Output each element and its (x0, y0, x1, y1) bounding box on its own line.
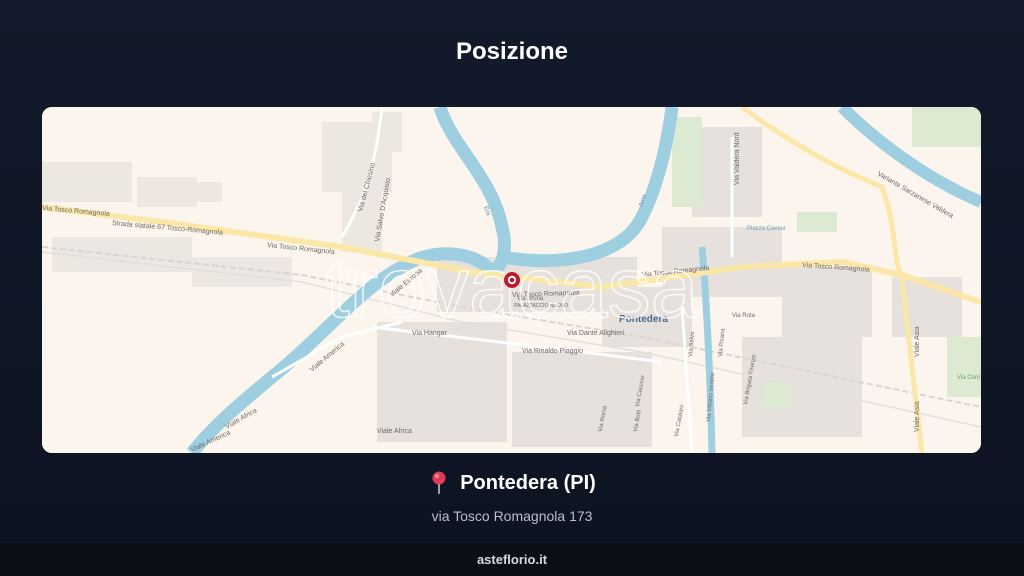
location-city: Pontedera (PI) (460, 471, 596, 494)
watermark-logo: trovacasa (326, 240, 699, 336)
label-road-cerri: Via Cerri (957, 375, 980, 381)
footer: asteflorio.it (0, 543, 1024, 576)
label-road-piaggio: Via Rinaldo Piaggio (522, 348, 583, 355)
location-address: via Tosco Romagnola 173 (431, 508, 593, 524)
label-road-africa2: Viale Africa (377, 428, 412, 435)
page-title: Posizione (455, 38, 569, 65)
footer-site-link[interactable]: asteflorio.it (477, 552, 547, 567)
label-piazza: Piazza Cavour (747, 226, 786, 232)
label-road-asia: Viale Asia (914, 326, 921, 357)
location-info: Pontedera (PI) via Tosco Romagnola 173 (0, 471, 1024, 524)
label-road-asia2: Viale Asia (914, 401, 921, 432)
label-road-rota: Via Rota (732, 313, 756, 319)
map-canvas[interactable]: Via Tosco Romagnola Strada statale 67 To… (42, 107, 981, 453)
pushpin-icon (432, 471, 446, 494)
label-road-valdera-nord: Via Valdera Nord (734, 132, 741, 185)
location-heading: Pontedera (PI) (428, 471, 596, 495)
map[interactable]: Via Tosco Romagnola Strada statale 67 To… (42, 107, 981, 453)
location-marker-icon[interactable] (504, 272, 520, 288)
